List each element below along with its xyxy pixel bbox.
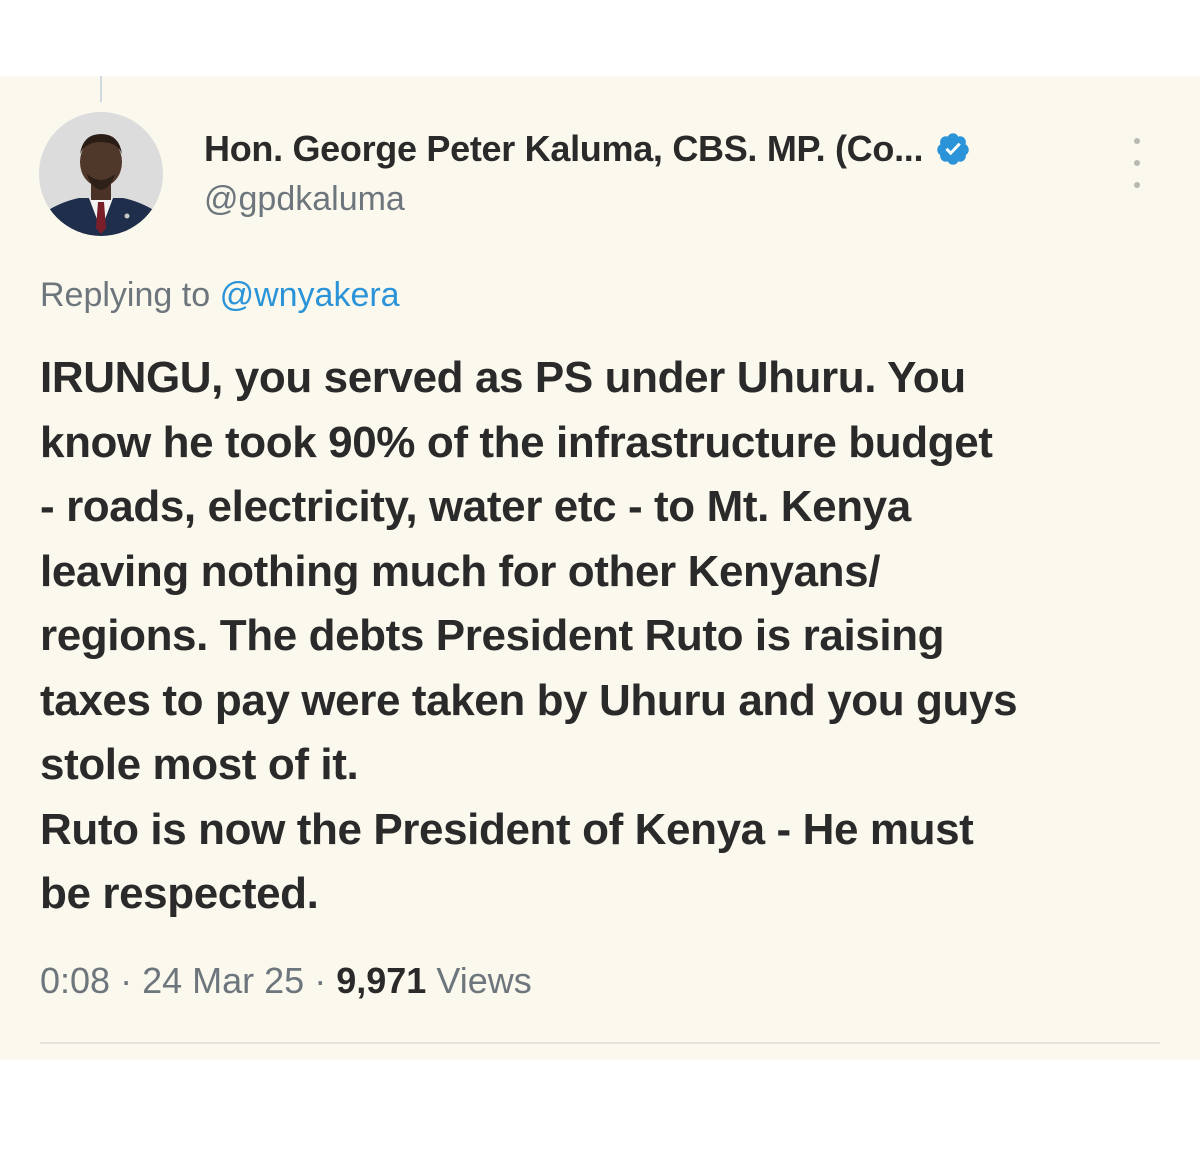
meta-separator: ·: [120, 960, 133, 1001]
tweet-text-line: taxes to pay were taken by Uhuru and you…: [40, 675, 1018, 725]
verified-badge-icon: [935, 131, 971, 167]
meta-separator: ·: [314, 960, 327, 1001]
author-handle[interactable]: @gpdkaluma: [204, 180, 405, 219]
replying-to-mention-link[interactable]: @wnyakera: [220, 276, 400, 314]
views-label: Views: [436, 960, 532, 1001]
tweet-text-line: IRUNGU, you served as PS under Uhuru. Yo…: [40, 353, 966, 402]
tweet-time[interactable]: 0:08: [40, 960, 110, 1001]
tweet-date[interactable]: 24 Mar 25: [142, 960, 304, 1001]
author-display-name[interactable]: Hon. George Peter Kaluma, CBS. MP. (Co..…: [204, 128, 923, 170]
divider: [40, 1042, 1160, 1044]
tweet-text-line: Ruto is now the President of Kenya - He …: [40, 804, 974, 854]
profile-photo-icon: [39, 112, 163, 236]
tweet-card: Hon. George Peter Kaluma, CBS. MP. (Co..…: [0, 76, 1200, 1060]
tweet-text-line: stole most of it.: [40, 740, 359, 789]
author-name-row[interactable]: Hon. George Peter Kaluma, CBS. MP. (Co..…: [204, 128, 971, 170]
thread-connector-line: [100, 76, 102, 102]
author-avatar[interactable]: [39, 112, 163, 236]
replying-to-line: Replying to @wnyakera: [40, 276, 400, 315]
tweet-text-line: be respected.: [40, 869, 319, 918]
tweet-text-line: regions. The debts President Ruto is rai…: [40, 611, 945, 660]
views-count: 9,971: [336, 960, 427, 1001]
tweet-metadata: 0:08 · 24 Mar 25 · 9,971 Views: [40, 960, 532, 1002]
tweet-text-line: - roads, electricity, water etc - to Mt.…: [40, 482, 911, 531]
tweet-text-line: know he took 90% of the infrastructure b…: [40, 417, 993, 467]
replying-to-prefix: Replying to: [40, 276, 211, 314]
tweet-text: IRUNGU, you served as PS under Uhuru. Yo…: [40, 346, 1170, 927]
tweet-text-line: leaving nothing much for other Kenyans/: [40, 546, 881, 596]
more-options-icon[interactable]: [1124, 138, 1150, 188]
